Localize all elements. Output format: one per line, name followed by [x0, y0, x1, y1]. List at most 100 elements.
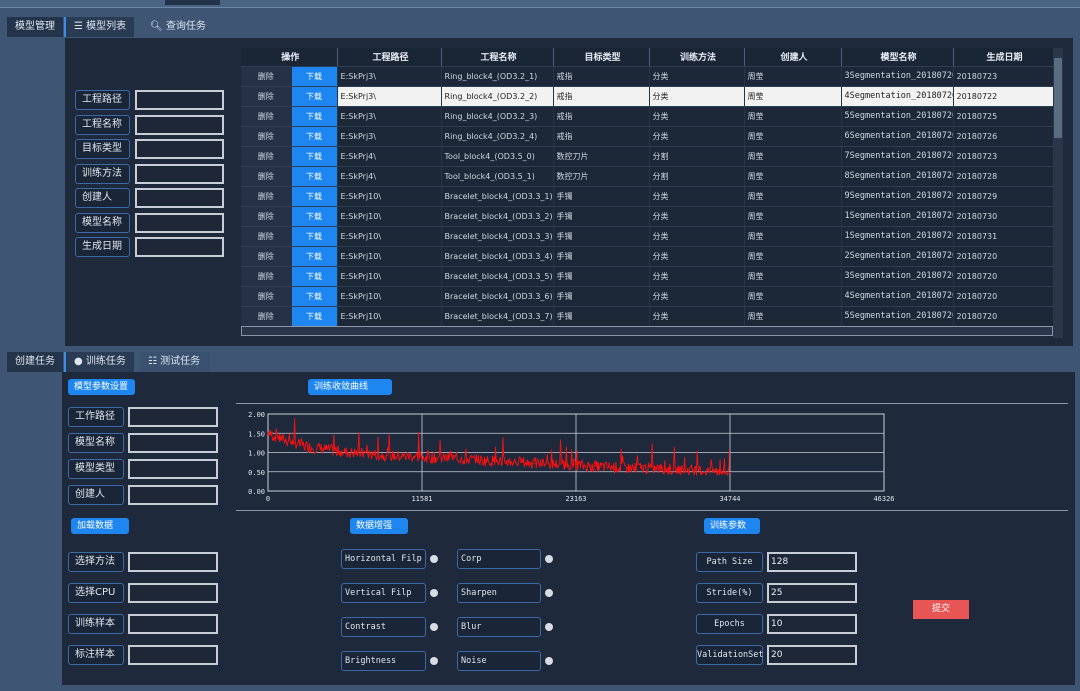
model-param-label: 创建人 — [68, 485, 124, 505]
download-button[interactable]: 下载 — [291, 246, 338, 267]
scrollbar-thumb[interactable] — [1054, 58, 1062, 138]
table-row[interactable]: 删除 下载 E:SkPrj10\ Bracelet_block4_(OD3.3_1) 手… — [241, 186, 1054, 207]
delete-button[interactable]: 删除 — [241, 186, 292, 207]
table-row[interactable]: 删除 下载 E:SkPrj3\ Ring_block4_(OD3.2_2) 戒指 分类 周莹… — [241, 86, 1054, 107]
download-button[interactable]: 下载 — [291, 166, 338, 187]
table-cell: E:SkPrj3\ — [337, 106, 442, 127]
augment-radio[interactable] — [545, 589, 553, 597]
column-header[interactable]: 工程名称 — [441, 48, 554, 67]
model-param-input[interactable] — [128, 459, 218, 479]
train-param-input[interactable]: 25 — [767, 583, 857, 603]
filter-input[interactable] — [135, 163, 224, 184]
delete-button[interactable]: 删除 — [241, 166, 292, 187]
table-cell: E:SkPrj10\ — [337, 286, 442, 307]
table-cell: 20180720 — [953, 286, 1054, 307]
vertical-scrollbar[interactable] — [1053, 48, 1063, 338]
delete-button[interactable]: 删除 — [241, 146, 292, 167]
table-cell: 1Segmentation_20180720_0837… — [841, 226, 954, 247]
delete-button[interactable]: 删除 — [241, 206, 292, 227]
table-row[interactable]: 删除 下载 E:SkPrj10\ Bracelet_block4_(OD3.3_7) 手… — [241, 306, 1054, 327]
load-data-input[interactable] — [128, 552, 218, 572]
train-param-input[interactable]: 20 — [767, 645, 857, 665]
tab-train-task[interactable]: ● 训练任务 — [64, 352, 134, 372]
column-header[interactable]: 工程路径 — [337, 48, 442, 67]
loss-point — [480, 459, 482, 461]
delete-button[interactable]: 删除 — [241, 266, 292, 287]
download-button[interactable]: 下载 — [291, 206, 338, 227]
delete-button[interactable]: 删除 — [241, 306, 292, 327]
download-button[interactable]: 下载 — [291, 86, 338, 107]
augment-radio[interactable] — [545, 555, 553, 563]
x-tick-label: 11581 — [411, 495, 432, 503]
column-header[interactable]: 生成日期 — [953, 48, 1054, 67]
table-cell: 20180725 — [953, 106, 1054, 127]
train-param-input[interactable]: 10 — [767, 614, 857, 634]
table-row[interactable]: 删除 下载 E:SkPrj4\ Tool_block4_(OD3.5_1) 数控刀片 分割… — [241, 166, 1054, 187]
delete-button[interactable]: 删除 — [241, 226, 292, 247]
augment-radio[interactable] — [430, 555, 438, 563]
table-row[interactable]: 删除 下载 E:SkPrj10\ Bracelet_block4_(OD3.3_6) 手… — [241, 286, 1054, 307]
table-row[interactable]: 删除 下载 E:SkPrj10\ Bracelet_block4_(OD3.3_3) 手… — [241, 226, 1054, 247]
convergence-curve-button[interactable]: 训练收敛曲线 — [308, 379, 392, 395]
column-header[interactable]: 创建人 — [744, 48, 842, 67]
load-data-input[interactable] — [128, 583, 218, 603]
column-header[interactable]: 目标类型 — [553, 48, 650, 67]
delete-button[interactable]: 删除 — [241, 286, 292, 307]
table-row[interactable]: 删除 下载 E:SkPrj3\ Ring_block4_(OD3.2_3) 戒指 分类 周莹… — [241, 106, 1054, 127]
download-button[interactable]: 下载 — [291, 266, 338, 287]
train-param-input[interactable]: 128 — [767, 552, 857, 572]
table-cell: 周莹 — [744, 226, 842, 247]
filter-input[interactable] — [135, 188, 224, 208]
table-row[interactable]: 删除 下载 E:SkPrj4\ Tool_block4_(OD3.5_0) 数控刀片 分割… — [241, 146, 1054, 167]
table-row[interactable]: 删除 下载 E:SkPrj10\ Bracelet_block4_(OD3.3_4) 手… — [241, 246, 1054, 267]
delete-button[interactable]: 删除 — [241, 126, 292, 147]
delete-button[interactable]: 删除 — [241, 66, 292, 87]
download-button[interactable]: 下载 — [291, 186, 338, 207]
model-param-input[interactable] — [128, 485, 218, 505]
augment-radio[interactable] — [545, 623, 553, 631]
submit-button[interactable]: 提交 — [913, 600, 969, 619]
filter-input[interactable] — [135, 114, 224, 135]
tab-model-management[interactable]: 模型管理 — [7, 17, 63, 37]
column-header[interactable]: 操作 — [241, 48, 338, 67]
delete-button[interactable]: 删除 — [241, 106, 292, 127]
filter-input[interactable] — [135, 237, 224, 257]
augment-radio[interactable] — [430, 623, 438, 631]
download-button[interactable]: 下载 — [291, 66, 338, 87]
augment-radio[interactable] — [430, 589, 438, 597]
download-button[interactable]: 下载 — [291, 106, 338, 127]
table-row[interactable]: 删除 下载 E:SkPrj3\ Ring_block4_(OD3.2_1) 戒指 分类 周莹… — [241, 66, 1054, 87]
model-param-input[interactable] — [128, 407, 218, 427]
model-param-input[interactable] — [128, 433, 218, 453]
delete-button[interactable]: 删除 — [241, 86, 292, 107]
download-button[interactable]: 下载 — [291, 306, 338, 327]
tab-test-task[interactable]: ☷ 测试任务 — [140, 352, 210, 372]
title-bar-tab[interactable] — [165, 0, 220, 5]
augment-radio[interactable] — [430, 657, 438, 665]
augment-option-label: Corp — [457, 549, 541, 569]
column-header[interactable]: 模型名称 — [841, 48, 954, 67]
filter-input[interactable] — [135, 139, 224, 159]
download-button[interactable]: 下载 — [291, 286, 338, 307]
table-row[interactable]: 删除 下载 E:SkPrj3\ Ring_block4_(OD3.2_4) 戒指 分类 周莹… — [241, 126, 1054, 147]
load-data-input[interactable] — [128, 645, 218, 665]
table-row[interactable]: 删除 下载 E:SkPrj10\ Bracelet_block4_(OD3.3_5) 手… — [241, 266, 1054, 287]
download-button[interactable]: 下载 — [291, 226, 338, 247]
filter-input[interactable] — [135, 212, 224, 233]
augment-radio[interactable] — [545, 657, 553, 665]
filter-input[interactable] — [135, 90, 224, 110]
delete-button[interactable]: 删除 — [241, 246, 292, 267]
loss-point — [373, 453, 375, 456]
download-button[interactable]: 下载 — [291, 146, 338, 167]
load-data-input[interactable] — [128, 614, 218, 634]
tab-query-task[interactable]: 🔍︎ 查询任务 — [142, 17, 214, 37]
table-cell: 周莹 — [744, 206, 842, 227]
table-cell: 20180728 — [953, 166, 1054, 187]
horizontal-scrollbar[interactable] — [241, 326, 1053, 336]
table-row[interactable]: 删除 下载 E:SkPrj10\ Bracelet_block4_(OD3.3_2) 手… — [241, 206, 1054, 227]
tab-model-list[interactable]: ☰ 模型列表 — [64, 17, 135, 37]
download-button[interactable]: 下载 — [291, 126, 338, 147]
tab-create-task[interactable]: 创建任务 — [7, 352, 63, 372]
column-header[interactable]: 训练方法 — [649, 48, 745, 67]
divider — [236, 403, 1068, 404]
